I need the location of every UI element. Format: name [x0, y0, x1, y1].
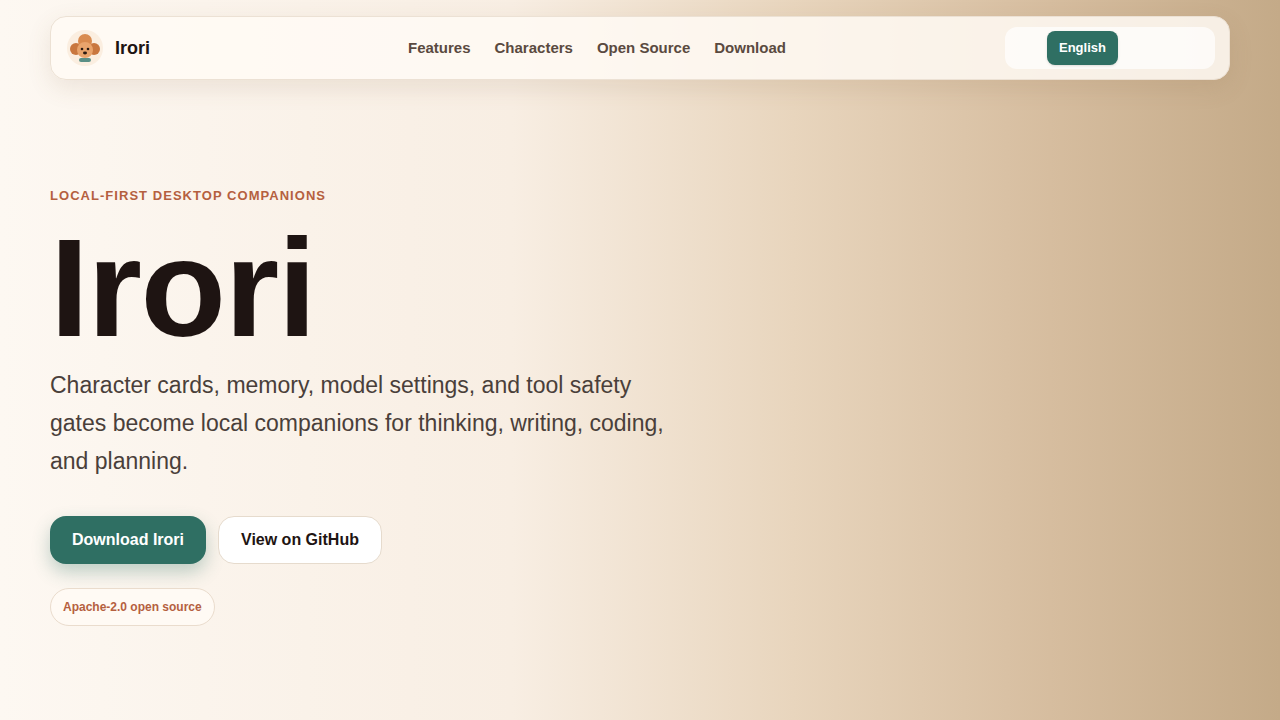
language-option[interactable]: English — [1047, 31, 1118, 65]
nav-link[interactable]: Open Source — [597, 37, 690, 60]
download-button[interactable]: Download Irori — [50, 516, 206, 564]
nav-link[interactable]: Features — [408, 37, 471, 60]
language-switcher: English — [1005, 27, 1215, 69]
top-nav: Irori Features Characters Open Source Downlo… — [50, 16, 1230, 80]
license-badge: Apache-2.0 open source — [50, 588, 215, 626]
hero-actions: Download IroriView on GitHub — [50, 516, 382, 564]
landing-page: Irori Features Characters Open Source Downlo… — [0, 0, 1280, 720]
github-button[interactable]: View on GitHub — [218, 516, 382, 564]
hero-description: Character cards, memory, model settings,… — [50, 366, 690, 480]
poodle-logo-icon — [67, 30, 103, 66]
nav-link[interactable]: Download — [714, 37, 786, 60]
nav-links: Features Characters Open Source Download — [408, 37, 786, 60]
hero-eyebrow: LOCAL-FIRST DESKTOP COMPANIONS — [50, 186, 326, 206]
hero-title: Irori — [50, 218, 315, 358]
nav-link[interactable]: Characters — [495, 37, 573, 60]
brand-name: Irori — [115, 35, 150, 62]
brand[interactable]: Irori — [67, 30, 408, 66]
hero: LOCAL-FIRST DESKTOP COMPANIONS IroriChara… — [50, 80, 1230, 626]
